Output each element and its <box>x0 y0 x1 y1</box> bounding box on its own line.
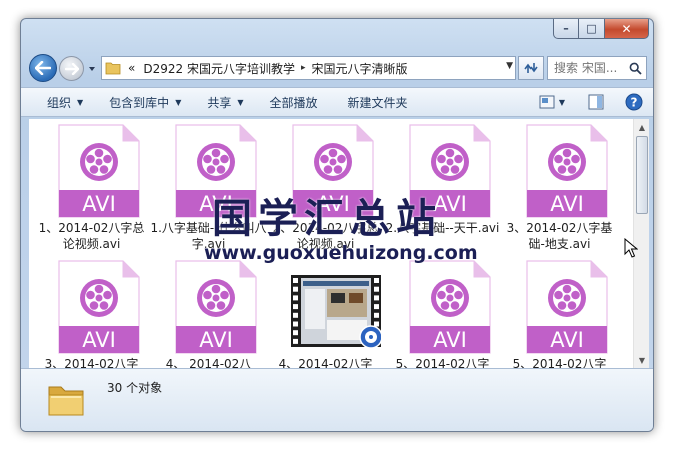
item-count: 30 个对象 <box>107 381 163 395</box>
file-item[interactable]: AVI 3、2014-02八字 <box>33 255 150 368</box>
file-item[interactable]: AVI 4、 2014-02八 <box>150 255 267 368</box>
play-all-label: 全部播放 <box>269 95 318 110</box>
refresh-icon <box>524 63 538 73</box>
close-button[interactable]: ✕ <box>605 19 649 39</box>
preview-pane-icon <box>588 94 604 110</box>
caption-buttons: – □ ✕ <box>553 19 649 39</box>
refresh-button[interactable] <box>518 56 544 80</box>
preview-pane-button[interactable] <box>583 91 609 113</box>
mouse-cursor-icon <box>624 238 638 258</box>
view-icon <box>539 95 555 109</box>
svg-text:AVI: AVI <box>82 192 116 216</box>
file-item[interactable]: AVI 5、2014-02八字 <box>501 255 618 368</box>
back-button[interactable] <box>29 54 57 82</box>
svg-text:AVI: AVI <box>199 328 233 352</box>
new-folder-label: 新建文件夹 <box>347 95 408 110</box>
avi-file-icon: AVI <box>174 260 258 354</box>
folder-icon <box>102 57 124 79</box>
svg-text:AVI: AVI <box>550 328 584 352</box>
maximize-icon: □ <box>586 22 597 35</box>
file-name: 5、2014-02八字 <box>395 357 490 368</box>
help-icon: ? <box>625 93 643 111</box>
watermark-url: www.guoxuehuizong.com <box>204 242 478 264</box>
minimize-icon: – <box>563 22 569 35</box>
maximize-button[interactable]: □ <box>579 19 605 39</box>
share-label: 共享 <box>207 95 232 110</box>
command-bar: 组织 ▼ 包含到库中 ▼ 共享 ▼ 全部播放 新建文件夹 ▼ ? <box>21 87 653 117</box>
include-in-library-label: 包含到库中 <box>109 95 170 110</box>
caret-down-icon: ▼ <box>558 97 566 107</box>
avi-file-icon: AVI <box>57 260 141 354</box>
scroll-down-icon[interactable]: ▼ <box>634 352 650 368</box>
watermark-title: 国学汇总站 <box>212 196 442 242</box>
file-name: 3、2014-02八字 <box>44 357 139 368</box>
play-all-button[interactable]: 全部播放 <box>262 90 326 114</box>
breadcrumb-separator[interactable]: ▸ <box>299 63 308 73</box>
chevron-down-icon <box>89 67 95 71</box>
forward-button[interactable] <box>59 56 84 81</box>
search-box <box>547 56 647 80</box>
scroll-up-icon[interactable]: ▲ <box>634 119 650 135</box>
file-name: 5、2014-02八字 <box>512 357 607 368</box>
caret-down-icon: ▼ <box>175 97 182 107</box>
recent-pages-dropdown[interactable] <box>87 63 97 73</box>
address-dropdown[interactable]: ▼ <box>506 61 513 71</box>
organize-menu[interactable]: 组织 ▼ <box>39 90 91 114</box>
file-item[interactable]: 4、2014-02八字 <box>267 255 384 368</box>
organize-label: 组织 <box>47 95 72 110</box>
details-pane: 30 个对象 <box>21 368 653 431</box>
search-icon[interactable] <box>626 59 644 77</box>
avi-file-icon: AVI <box>57 124 141 218</box>
caret-down-icon: ▼ <box>77 97 84 107</box>
navigation-bar: « D2922 宋国元八字培训教学 ▸ 宋国元八字清晰版 ▼ <box>29 53 647 83</box>
new-folder-button[interactable]: 新建文件夹 <box>340 90 416 114</box>
file-name: 3、2014-02八字基础-地支.avi <box>506 221 613 251</box>
svg-text:AVI: AVI <box>82 328 116 352</box>
breadcrumb-item-parent[interactable]: D2922 宋国元八字培训教学 <box>139 60 299 77</box>
avi-file-icon: AVI <box>408 260 492 354</box>
search-input[interactable] <box>548 61 626 75</box>
svg-text:?: ? <box>631 96 638 110</box>
breadcrumb-overflow[interactable]: « <box>124 61 139 75</box>
file-item[interactable]: AVI 1、2014-02八字总论视频.avi <box>33 119 150 251</box>
scroll-thumb[interactable] <box>636 136 648 214</box>
breadcrumb-item-current[interactable]: 宋国元八字清晰版 <box>307 60 411 77</box>
file-name: 4、2014-02八字 <box>278 357 373 368</box>
caret-down-icon: ▼ <box>237 97 244 107</box>
file-name: 4、 2014-02八 <box>165 357 252 368</box>
include-in-library-menu[interactable]: 包含到库中 ▼ <box>101 90 189 114</box>
svg-text:AVI: AVI <box>433 328 467 352</box>
avi-file-icon: AVI <box>525 124 609 218</box>
avi-file-icon: AVI <box>525 260 609 354</box>
arrow-left-icon <box>35 61 51 75</box>
file-name: 1、2014-02八字总论视频.avi <box>38 221 145 251</box>
svg-text:AVI: AVI <box>550 192 584 216</box>
file-item[interactable]: AVI 5、2014-02八字 <box>384 255 501 368</box>
view-controls: ▼ ? <box>533 91 647 113</box>
help-button[interactable]: ? <box>621 91 647 113</box>
share-menu[interactable]: 共享 ▼ <box>199 90 251 114</box>
change-view-button[interactable]: ▼ <box>533 91 571 113</box>
close-icon: ✕ <box>621 21 632 36</box>
folder-icon <box>45 379 87 421</box>
minimize-button[interactable]: – <box>553 19 579 39</box>
file-item[interactable]: AVI 3、2014-02八字基础-地支.avi <box>501 119 618 251</box>
address-bar[interactable]: « D2922 宋国元八字培训教学 ▸ 宋国元八字清晰版 ▼ <box>101 56 516 80</box>
video-thumbnail-icon <box>291 275 383 368</box>
arrow-right-icon <box>64 62 79 75</box>
